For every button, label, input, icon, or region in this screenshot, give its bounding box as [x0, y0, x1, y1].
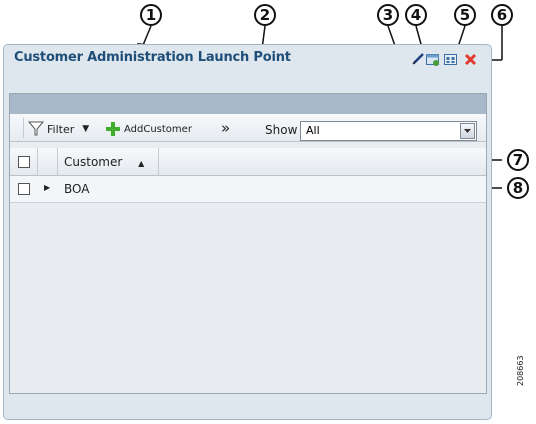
- maximize-icon[interactable]: [444, 53, 457, 66]
- close-icon[interactable]: [464, 53, 477, 66]
- row-checkbox[interactable]: [18, 183, 30, 195]
- filter-label: Filter: [47, 122, 75, 136]
- column-divider: [37, 148, 38, 176]
- figure-id: 208663: [516, 355, 525, 386]
- add-icon: [106, 122, 120, 136]
- column-divider: [57, 148, 58, 176]
- customer-column-label: Customer: [64, 155, 123, 169]
- portlet-title: Customer Administration Launch Point: [14, 50, 291, 65]
- column-divider: [158, 148, 159, 176]
- panel-header-bar: [10, 94, 486, 114]
- customer-column-header[interactable]: Customer ▲: [64, 155, 144, 169]
- callout-1: 1: [140, 4, 162, 26]
- filter-icon: [28, 121, 44, 136]
- select-all-checkbox[interactable]: [18, 156, 30, 168]
- expand-row-icon[interactable]: ▶: [44, 183, 50, 192]
- show-select[interactable]: All: [300, 121, 477, 141]
- add-customer-button[interactable]: AddCustomer: [105, 121, 192, 137]
- callout-2: 2: [254, 4, 276, 26]
- help-icon[interactable]: [426, 53, 439, 66]
- show-label: Show: [265, 123, 298, 137]
- add-customer-label: AddCustomer: [124, 123, 192, 135]
- table-row[interactable]: ▶ BOA: [10, 176, 486, 203]
- toolbar-divider: [23, 118, 24, 138]
- more-actions-icon[interactable]: »: [221, 119, 230, 137]
- customer-cell: BOA: [64, 182, 90, 196]
- sort-ascending-icon: ▲: [138, 159, 145, 168]
- customer-panel: Filter ▼ AddCustomer » Show All Customer…: [9, 93, 487, 394]
- callout-4: 4: [405, 4, 427, 26]
- callout-8: 8: [507, 177, 529, 199]
- chevron-down-icon: ▼: [82, 124, 90, 134]
- chevron-down-icon[interactable]: [460, 123, 475, 139]
- filter-button[interactable]: Filter ▼: [28, 121, 89, 137]
- callout-6: 6: [491, 4, 513, 26]
- show-select-value: All: [306, 124, 320, 137]
- callout-3: 3: [377, 4, 399, 26]
- grid-toolbar: Filter ▼ AddCustomer » Show All: [10, 114, 486, 142]
- callout-5: 5: [454, 4, 476, 26]
- grid-header-row: Customer ▲: [10, 148, 486, 176]
- callout-7: 7: [507, 149, 529, 171]
- edit-icon[interactable]: [412, 52, 425, 65]
